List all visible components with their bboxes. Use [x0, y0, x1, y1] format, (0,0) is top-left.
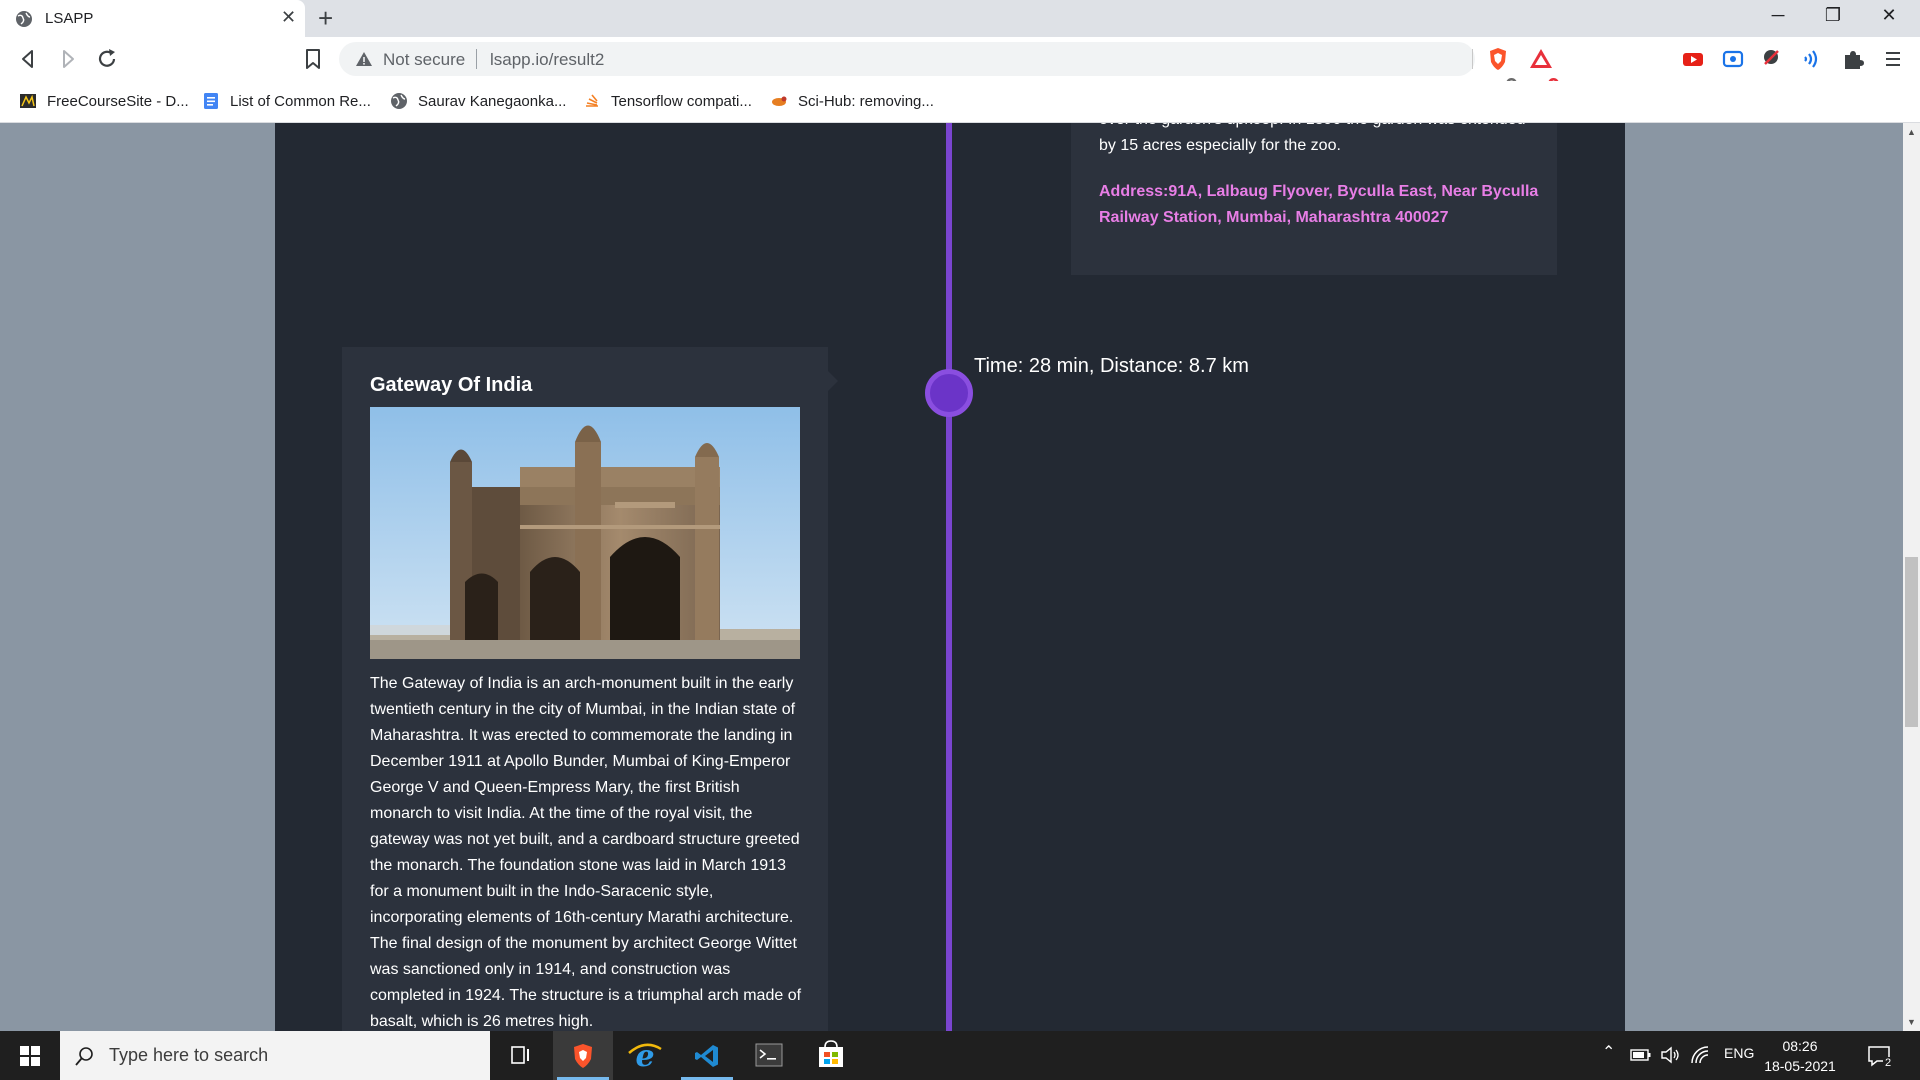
bookmarks-bar: FreeCourseSite - D... List of Common Re.…: [0, 81, 1920, 123]
tab-strip: LSAPP ✕ + ─ ❐ ✕: [0, 0, 1920, 37]
page-viewport: over the garden's upkeep. In 1890 the ga…: [0, 123, 1903, 1031]
globe-icon: [16, 11, 32, 27]
extensions-puzzle-icon[interactable]: [1840, 46, 1866, 72]
taskbar-vscode-app[interactable]: [677, 1031, 737, 1080]
doc-icon: [204, 93, 218, 109]
battery-icon[interactable]: [1630, 1047, 1652, 1063]
bookmark-label: Saurav Kanegaonka...: [418, 92, 567, 110]
close-window-button[interactable]: ✕: [1874, 5, 1904, 26]
place-card-gateway: Gateway Of India The Gateway of India is…: [342, 347, 838, 1031]
bookmark-label: Sci-Hub: removing...: [798, 92, 934, 110]
forward-icon[interactable]: [54, 46, 82, 72]
scroll-up-icon[interactable]: ▲: [1903, 127, 1920, 137]
stack-icon: [586, 94, 598, 107]
place-title: Gateway Of India: [370, 374, 533, 396]
minimize-button[interactable]: ─: [1763, 5, 1793, 26]
place-description: The Gateway of India is an arch-monument…: [370, 675, 802, 1030]
scrollbar-thumb[interactable]: [1905, 557, 1918, 727]
brave-browser-icon: [574, 1044, 592, 1068]
gateway-photo: [370, 407, 800, 659]
restore-button[interactable]: ❐: [1818, 5, 1848, 26]
new-tab-button[interactable]: +: [318, 3, 333, 34]
bookmark-item[interactable]: FreeCourseSite - D...: [19, 90, 189, 112]
bookmark-item[interactable]: Tensorflow compati...: [583, 90, 752, 112]
search-icon: [75, 1047, 93, 1066]
browser-toolbar: Not secure lsapp.io/result2 2 1 18: [0, 37, 1920, 114]
bookmark-label: FreeCourseSite - D...: [47, 92, 189, 110]
omnibox-divider: [476, 49, 477, 69]
wifi-icon[interactable]: [1690, 1045, 1712, 1065]
taskbar-search-box[interactable]: Type here to search: [60, 1031, 490, 1080]
taskbar-search-placeholder[interactable]: Type here to search: [109, 1045, 268, 1066]
notification-count: 2: [1883, 1057, 1894, 1069]
language-indicator[interactable]: ENG: [1724, 1045, 1754, 1061]
clock-time: 08:26: [1782, 1038, 1818, 1054]
globe-icon: [391, 93, 407, 109]
timeline-marker: [925, 369, 973, 417]
place-card-previous: over the garden's upkeep. In 1890 the ga…: [1071, 123, 1557, 275]
timeline-container: over the garden's upkeep. In 1890 the ga…: [275, 123, 1625, 1031]
taskbar-clock[interactable]: 08:26 18-05-2021: [1760, 1036, 1840, 1076]
read-aloud-extension-icon[interactable]: [1800, 46, 1826, 72]
taskbar-brave-app[interactable]: [553, 1031, 613, 1080]
tab-title: LSAPP: [45, 10, 94, 27]
warning-icon[interactable]: [355, 50, 373, 68]
omnibox-divider: [1472, 49, 1473, 69]
bookmark-item[interactable]: List of Common Re...: [202, 90, 371, 112]
page-scrollbar[interactable]: ▲ ▼: [1903, 123, 1920, 1031]
vscode-icon: [695, 1045, 718, 1067]
volume-icon[interactable]: [1660, 1045, 1682, 1065]
clock-date: 18-05-2021: [1764, 1058, 1836, 1074]
screen-capture-extension-icon[interactable]: [1720, 46, 1746, 72]
security-label[interactable]: Not secure: [383, 50, 465, 70]
windows-start-icon[interactable]: [0, 1031, 60, 1080]
reload-icon[interactable]: [94, 46, 122, 72]
address-bar[interactable]: Not secure lsapp.io/result2: [339, 42, 1475, 76]
scroll-down-icon[interactable]: ▼: [1903, 1017, 1920, 1027]
brave-shields-icon[interactable]: [1485, 46, 1511, 72]
terminal-icon[interactable]: [739, 1031, 799, 1080]
tray-chevron-icon[interactable]: ⌃: [1602, 1042, 1615, 1062]
windows-taskbar: Type here to search e ⌃ ENG 08:26 18-05-…: [0, 1031, 1920, 1080]
satellite-extension-icon[interactable]: [1760, 46, 1786, 72]
tab-lsapp[interactable]: LSAPP ✕: [0, 0, 305, 37]
internet-explorer-icon[interactable]: e: [615, 1031, 675, 1080]
place-address: Address:91A, Lalbaug Flyover, Byculla Ea…: [1099, 183, 1539, 226]
bookmark-item[interactable]: Sci-Hub: removing...: [770, 90, 934, 112]
tab-close-icon[interactable]: ✕: [281, 7, 296, 28]
fcs-icon: [20, 94, 36, 108]
task-view-icon[interactable]: [490, 1031, 550, 1080]
bookmark-label: Tensorflow compati...: [611, 92, 752, 110]
url-text[interactable]: lsapp.io/result2: [490, 50, 604, 70]
back-icon[interactable]: [14, 46, 42, 72]
youtube-extension-icon[interactable]: [1680, 46, 1706, 72]
place-description: over the garden's upkeep. In 1890 the ga…: [1099, 123, 1525, 154]
bookmark-item[interactable]: Saurav Kanegaonka...: [390, 90, 566, 112]
browser-menu-icon[interactable]: [1880, 46, 1906, 72]
brave-rewards-icon[interactable]: [1528, 46, 1554, 72]
store-icon[interactable]: [801, 1031, 861, 1080]
travel-info: Time: 28 min, Distance: 8.7 km: [974, 355, 1249, 377]
raven-icon: [772, 96, 787, 106]
bookmark-label: List of Common Re...: [230, 92, 371, 110]
timeline-line: [946, 123, 952, 1031]
bookmark-icon[interactable]: [303, 48, 323, 70]
